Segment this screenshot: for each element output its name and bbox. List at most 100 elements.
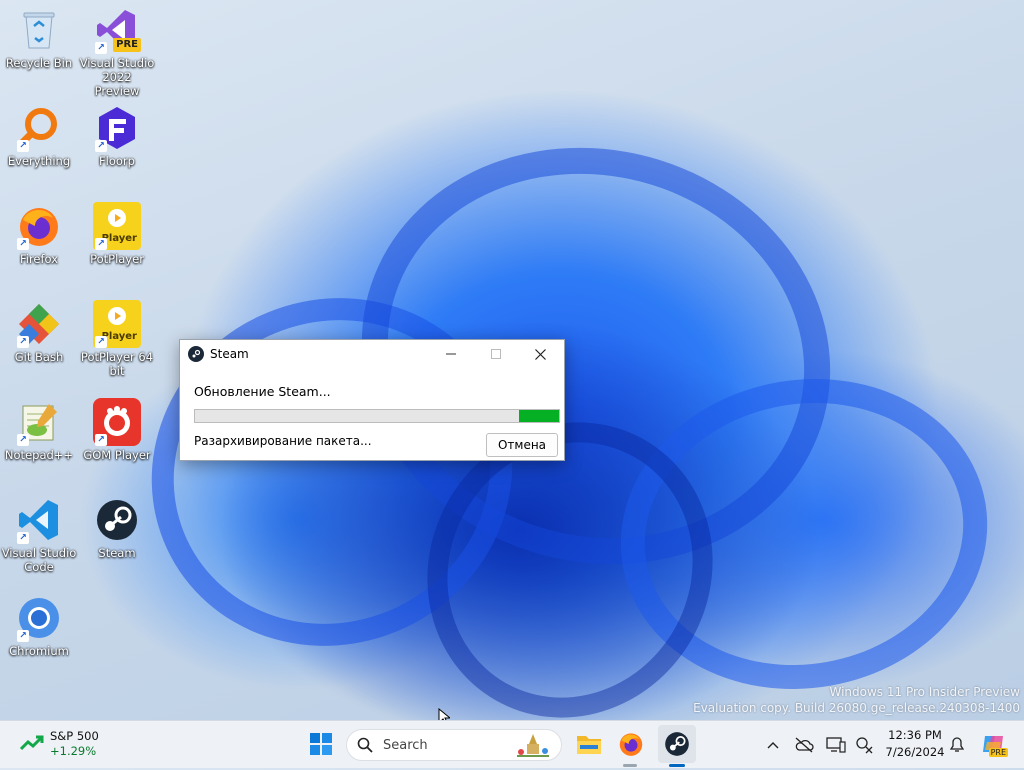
stock-widget[interactable]: S&P 500 +1.29% — [20, 729, 99, 759]
desktop-icon-potplayer64[interactable]: Player ↗ PotPlayer 64 bit — [79, 296, 155, 378]
shortcut-arrow-icon: ↗ — [17, 532, 29, 544]
taskbar-search[interactable]: Search — [346, 729, 562, 761]
shortcut-arrow-icon: ↗ — [95, 336, 107, 348]
search-placeholder: Search — [383, 737, 428, 753]
shortcut-arrow-icon: ↗ — [17, 238, 29, 250]
clock-date: 7/26/2024 — [885, 745, 945, 759]
desktop-icon-floorp[interactable]: ↗ Floorp — [79, 100, 155, 168]
stock-name: S&P 500 — [50, 729, 99, 743]
chevron-up-icon — [767, 742, 779, 749]
vscode-icon: ↗ — [15, 496, 63, 544]
copilot-badge: PRE — [988, 748, 1008, 757]
dialog-titlebar[interactable]: Steam — [180, 340, 564, 368]
desktop-icon-label: Steam — [98, 546, 136, 560]
clock[interactable]: 12:36 PM 7/26/2024 — [880, 727, 950, 761]
notifications-button[interactable] — [946, 733, 968, 757]
shortcut-arrow-icon: ↗ — [95, 434, 107, 446]
dialog-title: Steam — [210, 347, 249, 361]
steam-icon — [188, 346, 204, 362]
taskbar-steam[interactable] — [658, 725, 696, 763]
shortcut-arrow-icon: ↗ — [95, 238, 107, 250]
steam-icon — [665, 732, 689, 756]
wallpaper-petal — [596, 350, 1012, 718]
shortcut-arrow-icon: ↗ — [17, 336, 29, 348]
stock-change: +1.29% — [50, 744, 97, 758]
running-indicator — [623, 764, 637, 767]
show-hidden-icons-button[interactable] — [762, 733, 784, 757]
cancel-button[interactable]: Отмена — [486, 433, 558, 457]
pre-badge: PRE — [113, 38, 141, 52]
close-icon — [535, 348, 546, 360]
device-tray[interactable] — [824, 733, 848, 757]
desktop-icon-label: Chromium — [9, 644, 69, 658]
everything-search-icon: ↗ — [15, 104, 63, 152]
desktop-icon-label: Recycle Bin — [5, 56, 73, 70]
desktop-icon-visual-studio[interactable]: PRE ↗ Visual Studio 2022 Preview — [79, 2, 155, 98]
network-disconnected-icon — [856, 737, 873, 754]
shortcut-arrow-icon: ↗ — [17, 140, 29, 152]
taskbar-file-explorer[interactable] — [572, 727, 606, 761]
update-status-text: Обновление Steam... — [194, 384, 331, 399]
taskbar: S&P 500 +1.29% Search 12:36 PM 7/26/2024 — [0, 720, 1024, 768]
onedrive-tray[interactable] — [792, 733, 816, 757]
desktop-icon-recycle-bin[interactable]: Recycle Bin — [1, 2, 77, 70]
stock-trend-icon — [20, 735, 44, 751]
desktop-icon-steam[interactable]: Steam — [79, 492, 155, 560]
bell-icon — [950, 737, 964, 752]
progress-fill — [518, 410, 559, 422]
floorp-icon: ↗ — [93, 104, 141, 152]
update-progress-bar — [194, 409, 560, 423]
recycle-bin-icon — [15, 6, 63, 54]
desktop-icon-label: Firefox — [19, 252, 59, 266]
maximize-icon — [490, 349, 501, 359]
search-icon — [357, 737, 373, 753]
shortcut-arrow-icon: ↗ — [17, 630, 29, 642]
active-indicator — [669, 764, 685, 767]
clock-time: 12:36 PM — [888, 728, 942, 742]
folder-icon — [577, 736, 601, 754]
desktop-icon-vscode[interactable]: ↗ Visual Studio Code — [1, 492, 77, 574]
desktop-icon-potplayer[interactable]: Player ↗ PotPlayer — [79, 198, 155, 266]
minimize-icon — [445, 353, 456, 355]
firefox-icon: ↗ — [15, 202, 63, 250]
steam-update-dialog: Steam Обновление Steam... Разархивирован… — [179, 339, 565, 461]
desktop-icon-everything[interactable]: ↗ Everything — [1, 100, 77, 168]
start-button[interactable] — [304, 727, 338, 761]
watermark-line-1: Windows 11 Pro Insider Preview — [829, 685, 1020, 699]
shortcut-arrow-icon: ↗ — [95, 140, 107, 152]
copilot-button[interactable]: PRE — [978, 729, 1008, 759]
desktop-icon-chromium[interactable]: ↗ Chromium — [1, 590, 77, 658]
wallpaper-petal — [94, 239, 570, 705]
close-button[interactable] — [518, 340, 563, 368]
chromium-icon: ↗ — [15, 594, 63, 642]
gom-player-icon: ↗ — [93, 398, 141, 446]
potplayer64-icon: Player ↗ — [93, 300, 141, 348]
desktop-icon-firefox[interactable]: ↗ Firefox — [1, 198, 77, 266]
shortcut-arrow-icon: ↗ — [17, 434, 29, 446]
unpack-status-text: Разархивирование пакета... — [194, 434, 372, 448]
desktop-icon-label: GOM Player — [83, 448, 151, 462]
visual-studio-icon: PRE ↗ — [93, 6, 141, 54]
desktop-icon-label: Floorp — [99, 154, 135, 168]
desktop-icon-notepadpp[interactable]: ↗ Notepad++ — [1, 394, 77, 462]
watermark-line-2: Evaluation copy. Build 26080.ge_release.… — [693, 701, 1020, 715]
firefox-icon — [619, 733, 643, 756]
monitor-icon — [826, 737, 846, 753]
evaluation-watermark: Windows 11 Pro Insider Preview Evaluatio… — [693, 684, 1020, 716]
desktop-icon-label: PotPlayer — [90, 252, 144, 266]
git-bash-icon: ↗ — [15, 300, 63, 348]
desktop-icon-label: PotPlayer 64 bit — [80, 350, 154, 378]
desktop-icon-label: Everything — [7, 154, 71, 168]
desktop-icon-label: Git Bash — [14, 350, 64, 364]
network-tray[interactable] — [852, 733, 876, 757]
maximize-button — [473, 340, 518, 368]
cloud-off-icon — [795, 737, 814, 753]
minimize-button[interactable] — [428, 340, 473, 368]
windows-logo-icon — [310, 733, 332, 755]
steam-icon — [93, 496, 141, 544]
desktop-icon-gom-player[interactable]: ↗ GOM Player — [79, 394, 155, 462]
notepadpp-icon: ↗ — [15, 398, 63, 446]
search-highlight-icon — [517, 734, 549, 757]
taskbar-firefox[interactable] — [614, 727, 648, 761]
desktop-icon-git-bash[interactable]: ↗ Git Bash — [1, 296, 77, 364]
